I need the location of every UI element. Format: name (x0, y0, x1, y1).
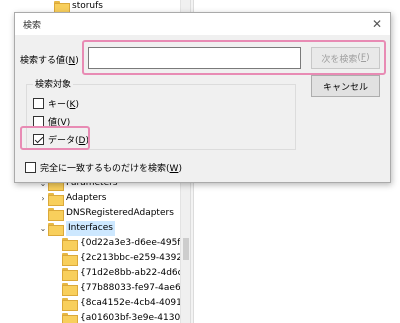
scrollbar-thumb[interactable] (183, 238, 189, 260)
folder-icon (62, 283, 78, 296)
find-next-mnemonic: F (360, 53, 367, 63)
tree-item-interfaces[interactable]: ⌄ Interfaces (38, 221, 115, 236)
tree-item-label: Interfaces (66, 221, 115, 236)
match-whole-checkbox[interactable] (25, 161, 36, 173)
tree-item-guid[interactable]: {2c213bbc-e259-4392-9 (62, 251, 191, 266)
look-at-legend: 検索対象 (33, 77, 74, 90)
tree-item-label: {8ca4152e-4cb4-4091-a (80, 298, 191, 308)
keys-checkbox[interactable] (33, 97, 44, 109)
option-values[interactable]: 値(V) (33, 114, 70, 128)
match-whole-label: 完全に一致するものだけを検索(W) (40, 163, 182, 174)
folder-icon (48, 223, 64, 236)
tree-item-label: {a01603bf-3e9e-4130-9 (80, 313, 190, 323)
tree-item-label: DNSRegisteredAdapters (66, 208, 174, 218)
tree-item-label: {0d22a3e3-d6ee-495f-8 (80, 238, 189, 248)
chevron-right-icon[interactable]: › (38, 191, 48, 206)
option-mnemonic: V (60, 117, 67, 128)
option-mnemonic: K (69, 99, 76, 110)
tree-item-guid[interactable]: {8ca4152e-4cb4-4091-a (62, 296, 191, 311)
find-what-text: 検索する値 (20, 56, 66, 66)
folder-icon (62, 298, 78, 311)
cancel-button[interactable]: キャンセル (311, 75, 380, 97)
find-dialog: 検索 ✕ 検索する値(N) 次を検索(F) キャンセル 検索対象 キー(K) 値… (14, 12, 391, 183)
option-data[interactable]: データ(D) (33, 132, 89, 146)
match-whole-text: 完全に一致するものだけを検索 (40, 163, 167, 174)
option-label: データ(D) (48, 135, 89, 146)
folder-icon (54, 1, 70, 14)
folder-icon (48, 193, 64, 206)
data-checkbox[interactable] (33, 133, 44, 145)
find-next-text: 次を検索 (321, 54, 358, 65)
find-what-mnemonic: N (68, 56, 76, 66)
tree-item-guid[interactable]: {71d2e8bb-ab22-4d6c- (62, 266, 186, 281)
dialog-titlebar[interactable]: 検索 ✕ (15, 13, 390, 35)
dialog-title: 検索 (23, 21, 42, 31)
option-text: キー (48, 99, 67, 110)
tree-item-label: {77b88033-fe97-4ae6-a (80, 283, 190, 293)
option-label: キー(K) (48, 99, 79, 110)
find-next-button[interactable]: 次を検索(F) (311, 47, 380, 69)
tree-item-label: {2c213bbc-e259-4392-9 (80, 253, 192, 263)
folder-icon (62, 238, 78, 251)
option-text: データ (48, 135, 76, 146)
option-text: 値 (48, 117, 58, 128)
chevron-down-icon[interactable]: ⌄ (38, 221, 48, 236)
folder-icon (62, 268, 78, 281)
option-mnemonic: D (78, 135, 86, 146)
find-what-label: 検索する値(N) (20, 56, 79, 66)
values-checkbox[interactable] (33, 115, 44, 127)
match-whole-string[interactable]: 完全に一致するものだけを検索(W) (25, 160, 182, 174)
match-whole-mnemonic: W (169, 163, 179, 174)
tree-item-guid[interactable]: {a01603bf-3e9e-4130-9 (62, 311, 189, 323)
tree-item-dnsregisteredadapters[interactable]: DNSRegisteredAdapters (38, 206, 174, 221)
folder-icon (62, 313, 78, 323)
tree-item-guid[interactable]: {77b88033-fe97-4ae6-a (62, 281, 189, 296)
tree-item-adapters[interactable]: › Adapters (38, 191, 106, 206)
close-icon[interactable]: ✕ (366, 14, 388, 34)
tree-item-label: Adapters (66, 193, 107, 203)
tree-item-label: {71d2e8bb-ab22-4d6c- (80, 268, 186, 278)
tree-item-guid[interactable]: {0d22a3e3-d6ee-495f-8 (62, 236, 189, 251)
option-label: 値(V) (48, 117, 71, 128)
option-keys[interactable]: キー(K) (33, 96, 79, 110)
find-what-input[interactable] (88, 47, 301, 69)
folder-icon (62, 253, 78, 266)
folder-icon (48, 208, 64, 221)
